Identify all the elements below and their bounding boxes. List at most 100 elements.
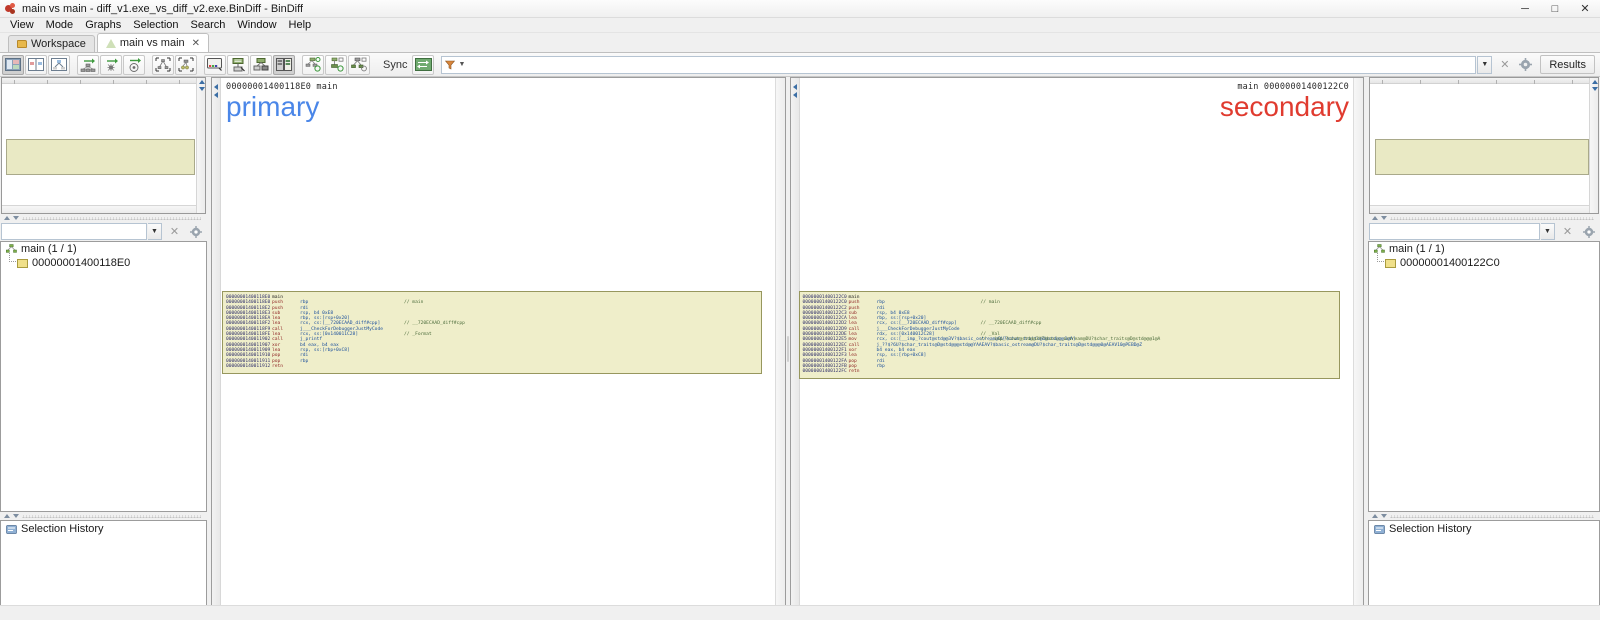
instruction-operands — [300, 364, 404, 369]
collapse-up-icon[interactable] — [4, 514, 10, 518]
tab-close-icon[interactable]: ✕ — [192, 38, 200, 49]
instruction-comment: // __imp_?cout@std@@3V?$basic_ostream@DU… — [980, 337, 1161, 343]
clear-search-button[interactable]: ✕ — [1495, 55, 1514, 74]
hierarchical-layout-button[interactable] — [77, 54, 99, 75]
basic-block-icon — [17, 258, 28, 268]
left-filter-dropdown[interactable]: ▼ — [148, 223, 162, 240]
disassembly-line[interactable]: 00000001400122FC retn — [803, 369, 1335, 374]
tree-row[interactable]: main (1 / 1) — [1, 242, 206, 256]
left-filter-settings-button[interactable] — [186, 222, 205, 241]
minimize-button[interactable]: ─ — [1510, 0, 1540, 18]
overview-hscrollbar[interactable] — [1370, 205, 1589, 213]
collapse-up-icon[interactable] — [1372, 514, 1378, 518]
secondary-graph-view[interactable]: main 00000001400122C0 secondary 00000001… — [789, 77, 1364, 620]
collapse-up-icon[interactable] — [4, 216, 10, 220]
collapse-down-icon[interactable] — [1381, 514, 1387, 518]
circular-selection-button[interactable] — [302, 54, 324, 75]
search-dropdown-button[interactable]: ▼ — [1477, 55, 1493, 74]
overview-vscrollbar[interactable] — [196, 78, 205, 213]
disassembly-line[interactable]: 0000000140011912 retn — [226, 364, 757, 369]
tab-workspace[interactable]: Workspace — [8, 35, 95, 52]
results-button[interactable]: Results — [1540, 55, 1595, 74]
close-button[interactable]: ✕ — [1570, 0, 1600, 18]
right-filter-input[interactable] — [1369, 223, 1540, 240]
history-header: Selection History — [1369, 521, 1599, 537]
instruction-address: 00000001400122FC — [802, 369, 847, 375]
secondary-graph-overview[interactable] — [1369, 77, 1599, 214]
orthogonal-layout-button[interactable] — [100, 54, 122, 75]
menu-search[interactable]: Search — [185, 18, 232, 33]
collapse-down-icon[interactable] — [13, 216, 19, 220]
window-controls: ─ □ ✕ — [1510, 0, 1600, 18]
collapse-down-icon[interactable] — [13, 514, 19, 518]
menu-view[interactable]: View — [4, 18, 40, 33]
right-filter-row: ▼ ✕ — [1368, 222, 1600, 241]
overview-ruler — [1370, 78, 1589, 84]
bindiff-logo-icon — [5, 2, 17, 15]
left-function-tree[interactable]: main (1 / 1) 00000001400118E0 — [0, 241, 207, 512]
primary-graph-view[interactable]: 00000001400118E0 main primary 0000000140… — [211, 77, 786, 620]
window-title: main vs main - diff_v1.exe_vs_diff_v2.ex… — [22, 2, 304, 15]
sync-graphs-button[interactable] — [412, 54, 435, 75]
basic-block-icon — [1385, 258, 1396, 268]
left-filter-clear-button[interactable]: ✕ — [165, 222, 184, 241]
history-icon — [1374, 524, 1385, 534]
primary-graph-overview[interactable] — [1, 77, 206, 214]
instruction-comment: // _Format — [404, 332, 432, 338]
menu-window[interactable]: Window — [231, 18, 282, 33]
secondary-vscrollbar[interactable] — [1353, 78, 1363, 619]
primary-graph-gutter[interactable] — [212, 78, 221, 619]
secondary-basic-block[interactable]: 00000001400122C0 main 00000001400122C0 push… — [798, 291, 1340, 380]
search-input[interactable]: ▼ — [441, 55, 1477, 74]
single-view-button[interactable] — [48, 54, 70, 75]
collapse-down-icon[interactable] — [1381, 216, 1387, 220]
fit-graph-button[interactable] — [152, 54, 174, 75]
delete-node-button[interactable] — [227, 54, 249, 75]
title-bar: main vs main - diff_v1.exe_vs_diff_v2.ex… — [0, 0, 1600, 18]
tree-row[interactable]: 00000001400118E0 — [1, 253, 206, 270]
circular-layout-button[interactable] — [123, 54, 145, 75]
combined-view-button[interactable] — [2, 54, 24, 75]
select-children-button[interactable] — [325, 54, 347, 75]
tree-row[interactable]: main (1 / 1) — [1369, 242, 1599, 256]
left-filter-input[interactable] — [1, 223, 147, 240]
split-view-button[interactable] — [25, 54, 47, 75]
tab-workspace-label: Workspace — [31, 38, 86, 50]
tree-root-label: main (1 / 1) — [21, 243, 77, 255]
right-splitter-top[interactable] — [1368, 214, 1600, 222]
right-function-tree[interactable]: main (1 / 1) 00000001400122C0 — [1368, 241, 1600, 512]
search-settings-button[interactable] — [1516, 55, 1535, 74]
right-splitter-bottom[interactable] — [1368, 512, 1600, 520]
overview-hscrollbar[interactable] — [2, 205, 196, 213]
history-header: Selection History — [1, 521, 206, 537]
tree-row[interactable]: 00000001400122C0 — [1369, 253, 1599, 270]
right-filter-clear-button[interactable]: ✕ — [1558, 222, 1577, 241]
menu-graphs[interactable]: Graphs — [79, 18, 127, 33]
side-by-side-button[interactable] — [273, 54, 295, 75]
gear-icon — [1519, 58, 1533, 71]
menu-selection[interactable]: Selection — [127, 18, 184, 33]
fit-selection-button[interactable] — [175, 54, 197, 75]
select-ancestors-button[interactable] — [250, 54, 272, 75]
secondary-graph-column: main 00000001400122C0 secondary 00000001… — [789, 77, 1364, 620]
tab-main-vs-main[interactable]: main vs main ✕ — [96, 33, 210, 52]
maximize-button[interactable]: □ — [1540, 0, 1570, 18]
overview-ruler — [2, 78, 196, 84]
primary-basic-block[interactable]: 00000001400118E0 main 00000001400118E0 push… — [222, 291, 762, 375]
select-parents-button[interactable] — [348, 54, 370, 75]
collapse-up-icon[interactable] — [1372, 216, 1378, 220]
overview-vscrollbar[interactable] — [1589, 78, 1598, 213]
instruction-mnemonic: retn — [272, 363, 284, 369]
right-filter-settings-button[interactable] — [1579, 222, 1598, 241]
instruction-comment: // main — [404, 300, 424, 306]
menu-mode[interactable]: Mode — [40, 18, 80, 33]
primary-watermark: primary — [226, 91, 320, 122]
instruction-comment: // __720ECAAD_diff#cpp — [980, 321, 1042, 327]
left-splitter-top[interactable] — [0, 214, 207, 222]
right-filter-dropdown[interactable]: ▼ — [1541, 223, 1555, 240]
menu-help[interactable]: Help — [283, 18, 318, 33]
show-proximity-button[interactable] — [204, 54, 226, 75]
left-splitter-bottom[interactable] — [0, 512, 207, 520]
toolbar: Sync ▼ ▼ ✕ Results — [0, 53, 1600, 77]
primary-vscrollbar[interactable] — [774, 78, 785, 619]
